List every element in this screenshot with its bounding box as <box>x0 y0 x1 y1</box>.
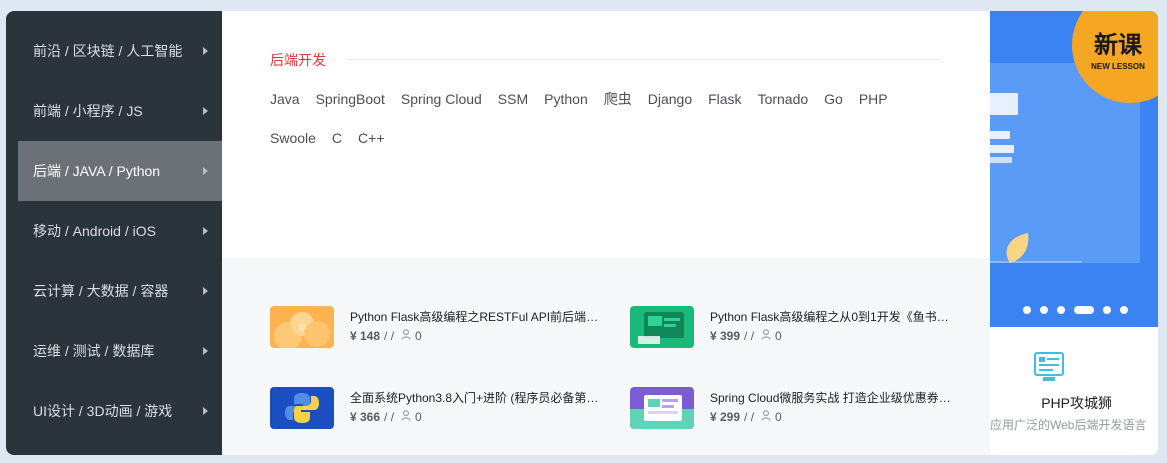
badge-sub-text: NEW LESSON <box>1091 62 1145 71</box>
course-price: ¥ 366 <box>350 410 381 424</box>
student-count: 0 <box>415 410 422 424</box>
caret-right-icon <box>203 227 208 235</box>
promo-banner[interactable]: 新课 NEW LESSON <box>990 11 1158 327</box>
user-icon <box>401 329 411 343</box>
tag-link[interactable]: Flask <box>708 89 741 109</box>
carousel-dot-active[interactable] <box>1074 306 1094 314</box>
carousel-dot[interactable] <box>1120 306 1128 314</box>
course-title: Python Flask高级编程之RESTFul API前后端分离精讲 <box>350 310 600 324</box>
path-card[interactable]: PHP攻城狮 应用广泛的Web后端开发语言 <box>990 327 1158 455</box>
meta-separator: / / <box>744 329 755 343</box>
path-title: PHP攻城狮 <box>1041 395 1112 411</box>
course-thumbnail <box>270 306 334 348</box>
sidebar-item-label: UI设计 / 3D动画 / 游戏 <box>33 403 173 419</box>
sidebar-item-frontier[interactable]: 前沿 / 区块链 / 人工智能 <box>6 21 222 81</box>
tag-link[interactable]: C++ <box>358 128 384 148</box>
tag-link[interactable]: Swoole <box>270 128 316 148</box>
user-icon <box>401 410 411 424</box>
carousel-dot[interactable] <box>1040 306 1048 314</box>
tag-link[interactable]: Java <box>270 89 300 109</box>
carousel-dot[interactable] <box>1023 306 1031 314</box>
sidebar-item-label: 前端 / 小程序 / JS <box>33 103 143 119</box>
course-card[interactable]: Spring Cloud微服务实战 打造企业级优惠券系统 ¥ 299 / / 0 <box>630 387 960 431</box>
tag-link[interactable]: Django <box>648 89 692 109</box>
badge-main-text: 新课 <box>1094 31 1143 59</box>
sidebar-item-label: 前沿 / 区块链 / 人工智能 <box>33 43 183 59</box>
course-price: ¥ 148 <box>350 329 381 343</box>
tag-link[interactable]: C <box>332 128 342 148</box>
sidebar-item-frontend[interactable]: 前端 / 小程序 / JS <box>6 81 222 141</box>
course-meta: ¥ 148 / / 0 <box>350 329 422 343</box>
caret-right-icon <box>203 47 208 55</box>
course-list: Python Flask高级编程之RESTFul API前后端分离精讲 ¥ 14… <box>222 258 990 455</box>
carousel-dots <box>1023 306 1128 314</box>
student-count: 0 <box>775 410 782 424</box>
title-divider <box>346 59 941 60</box>
tag-link[interactable]: PHP <box>859 89 888 109</box>
tag-link[interactable]: SSM <box>498 89 528 109</box>
tag-link[interactable]: Tornado <box>758 89 809 109</box>
course-meta: ¥ 399 / / 0 <box>710 329 782 343</box>
course-thumbnail <box>270 387 334 429</box>
tag-list: Java SpringBoot Spring Cloud SSM Python … <box>270 89 950 167</box>
student-count: 0 <box>415 329 422 343</box>
sidebar-item-cloud[interactable]: 云计算 / 大数据 / 容器 <box>6 261 222 321</box>
submenu-panel: 后端开发 Java SpringBoot Spring Cloud SSM Py… <box>222 11 990 455</box>
course-meta: ¥ 299 / / 0 <box>710 410 782 424</box>
course-thumbnail <box>630 306 694 348</box>
meta-separator: / / <box>744 410 755 424</box>
caret-right-icon <box>203 167 208 175</box>
course-card[interactable]: Python Flask高级编程之从0到1开发《鱼书》精品项目 ¥ 399 / … <box>630 306 960 350</box>
tag-link[interactable]: 爬虫 <box>604 89 632 109</box>
course-card[interactable]: Python Flask高级编程之RESTFul API前后端分离精讲 ¥ 14… <box>270 306 600 350</box>
course-price: ¥ 299 <box>710 410 741 424</box>
course-title: Python Flask高级编程之从0到1开发《鱼书》精品项目 <box>710 310 960 324</box>
course-title: 全面系统Python3.8入门+进阶 (程序员必备第二语言) <box>350 391 600 405</box>
sidebar-item-design[interactable]: UI设计 / 3D动画 / 游戏 <box>6 381 222 441</box>
course-card[interactable]: 全面系统Python3.8入门+进阶 (程序员必备第二语言) ¥ 366 / /… <box>270 387 600 431</box>
sidebar-item-label: 运维 / 测试 / 数据库 <box>33 343 155 359</box>
course-thumbnail <box>630 387 694 429</box>
sidebar-item-label: 云计算 / 大数据 / 容器 <box>33 283 169 299</box>
banner-illustration: 新课 NEW LESSON <box>990 11 1158 327</box>
path-description: 应用广泛的Web后端开发语言 <box>990 418 1147 432</box>
caret-right-icon <box>203 407 208 415</box>
sidebar-item-backend[interactable]: 后端 / JAVA / Python <box>18 141 222 201</box>
student-count: 0 <box>775 329 782 343</box>
tag-link[interactable]: Python <box>544 89 588 109</box>
course-price: ¥ 399 <box>710 329 741 343</box>
caret-right-icon <box>203 287 208 295</box>
course-title: Spring Cloud微服务实战 打造企业级优惠券系统 <box>710 391 960 405</box>
sidebar-item-label: 移动 / Android / iOS <box>33 223 156 239</box>
sidebar-item-ops[interactable]: 运维 / 测试 / 数据库 <box>6 321 222 381</box>
caret-right-icon <box>203 107 208 115</box>
category-title: 后端开发 <box>270 52 326 68</box>
sidebar-item-mobile[interactable]: 移动 / Android / iOS <box>6 201 222 261</box>
meta-separator: / / <box>384 410 395 424</box>
meta-separator: / / <box>384 329 395 343</box>
tag-link[interactable]: SpringBoot <box>316 89 385 109</box>
sidebar-item-label: 后端 / JAVA / Python <box>33 163 161 179</box>
category-menu: 前沿 / 区块链 / 人工智能 前端 / 小程序 / JS 后端 / JAVA … <box>6 11 1158 455</box>
course-meta: ¥ 366 / / 0 <box>350 410 422 424</box>
user-icon <box>761 410 771 424</box>
carousel-dot[interactable] <box>1057 306 1065 314</box>
tag-link[interactable]: Go <box>824 89 843 109</box>
tag-link[interactable]: Spring Cloud <box>401 89 482 109</box>
caret-right-icon <box>203 347 208 355</box>
user-icon <box>761 329 771 343</box>
code-screen-icon <box>1032 351 1066 388</box>
category-sidebar: 前沿 / 区块链 / 人工智能 前端 / 小程序 / JS 后端 / JAVA … <box>6 11 222 455</box>
carousel-dot[interactable] <box>1103 306 1111 314</box>
